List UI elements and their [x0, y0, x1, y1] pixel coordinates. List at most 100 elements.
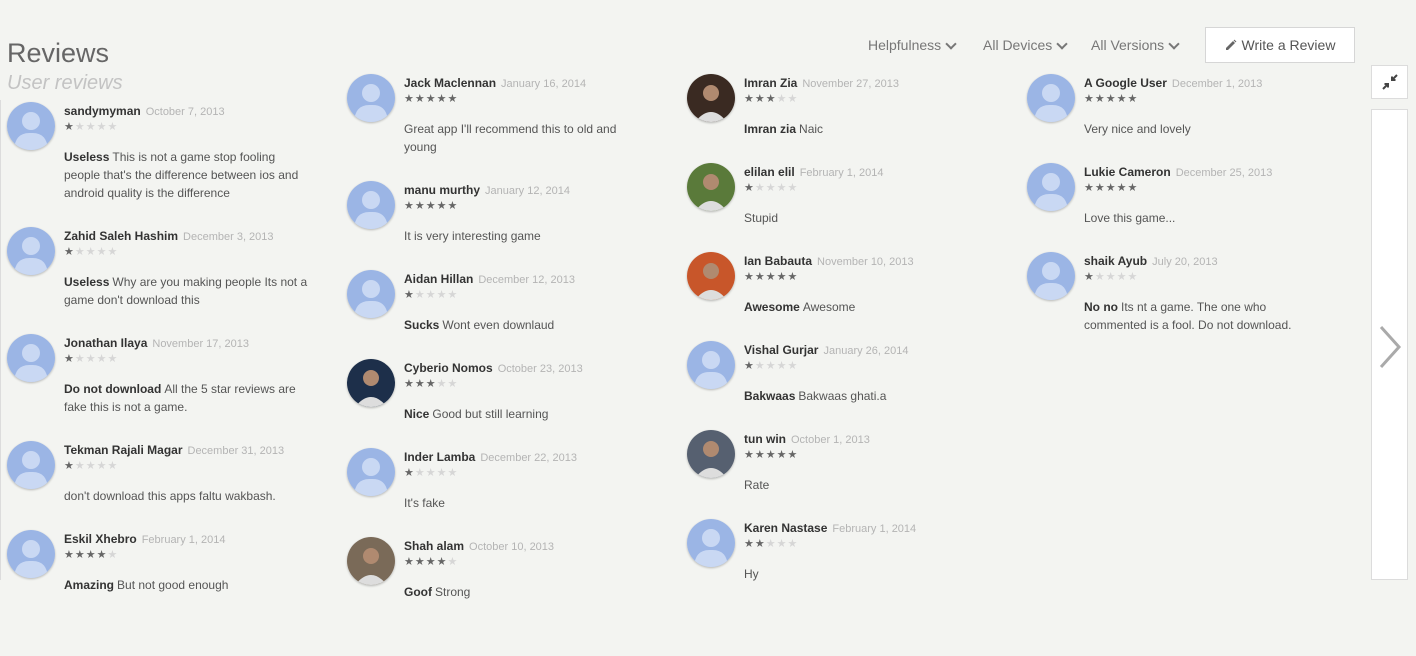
user-photo-avatar[interactable] — [687, 74, 735, 122]
review-date: February 1, 2014 — [799, 167, 884, 179]
review-author[interactable]: elilan elil February 1, 2014 — [744, 165, 883, 179]
user-photo-avatar[interactable] — [687, 252, 735, 300]
next-page-button[interactable] — [1371, 109, 1408, 580]
review-text: Very nice and lovely — [1084, 122, 1191, 136]
default-avatar-icon[interactable] — [347, 270, 395, 318]
review-text: Stupid — [744, 211, 779, 225]
star-icon: ★ — [74, 246, 85, 258]
user-photo-avatar[interactable] — [687, 430, 735, 478]
default-avatar-icon[interactable] — [1027, 74, 1075, 122]
star-icon: ★ — [85, 549, 96, 561]
review-text: Hy — [744, 567, 759, 581]
default-avatar-icon[interactable] — [347, 74, 395, 122]
review-headline: Imran zia — [744, 122, 797, 136]
default-avatar-icon[interactable] — [1027, 252, 1075, 300]
default-avatar-icon[interactable] — [1027, 163, 1075, 211]
star-icon: ★ — [776, 538, 787, 550]
review-body: Awesome Awesome — [744, 298, 989, 316]
star-icon: ★ — [64, 353, 74, 365]
review-author[interactable]: Ian Babauta November 10, 2013 — [744, 254, 914, 268]
section-subtitle: User reviews — [7, 72, 123, 94]
star-rating: ★ ★ ★ ★ ★ — [64, 550, 117, 561]
review-author[interactable]: Zahid Saleh Hashim December 3, 2013 — [64, 229, 274, 243]
default-avatar-icon[interactable] — [687, 519, 735, 567]
star-icon: ★ — [436, 467, 447, 479]
star-icon: ★ — [744, 93, 754, 105]
sort-helpfulness-dropdown[interactable]: Helpfulness — [868, 37, 957, 53]
star-icon: ★ — [96, 549, 107, 561]
version-filter-dropdown[interactable]: All Versions — [1091, 37, 1180, 53]
review-author[interactable]: shaik Ayub July 20, 2013 — [1084, 254, 1218, 268]
default-avatar-icon[interactable] — [7, 441, 55, 489]
review-author[interactable]: Vishal Gurjar January 26, 2014 — [744, 343, 909, 357]
star-icon: ★ — [765, 449, 776, 461]
default-avatar-icon[interactable] — [7, 530, 55, 578]
review-headline: Sucks — [404, 318, 440, 332]
star-icon: ★ — [74, 121, 85, 133]
review-text: Great app I'll recommend this to old and… — [404, 122, 617, 154]
review-text: Naic — [799, 122, 824, 136]
user-photo-avatar[interactable] — [687, 163, 735, 211]
star-icon: ★ — [425, 378, 436, 390]
default-avatar-icon[interactable] — [347, 448, 395, 496]
star-rating: ★ ★ ★ ★ ★ — [64, 122, 117, 133]
star-icon: ★ — [107, 246, 118, 258]
star-icon: ★ — [776, 271, 787, 283]
star-icon: ★ — [96, 460, 107, 472]
review-date: December 31, 2013 — [187, 445, 285, 457]
star-icon: ★ — [74, 549, 85, 561]
star-icon: ★ — [1105, 182, 1116, 194]
review-author[interactable]: manu murthy January 12, 2014 — [404, 183, 570, 197]
review-author[interactable]: Aidan Hillan December 12, 2013 — [404, 272, 575, 286]
star-icon: ★ — [1084, 93, 1094, 105]
star-icon: ★ — [776, 360, 787, 372]
default-avatar-icon[interactable] — [7, 227, 55, 275]
star-rating: ★ ★ ★ ★ ★ — [404, 557, 457, 568]
review-author[interactable]: Karen Nastase February 1, 2014 — [744, 521, 916, 535]
star-rating: ★ ★ ★ ★ ★ — [404, 201, 457, 212]
star-icon: ★ — [765, 271, 776, 283]
user-photo-avatar[interactable] — [347, 359, 395, 407]
star-rating: ★ ★ ★ ★ ★ — [744, 361, 797, 372]
review-author[interactable]: Eskil Xhebro February 1, 2014 — [64, 532, 225, 546]
collapse-button[interactable] — [1371, 65, 1408, 99]
default-avatar-icon[interactable] — [687, 341, 735, 389]
review-author[interactable]: Lukie Cameron December 25, 2013 — [1084, 165, 1272, 179]
review-author[interactable]: Tekman Rajali Magar December 31, 2013 — [64, 443, 284, 457]
review-author[interactable]: tun win October 1, 2013 — [744, 432, 870, 446]
star-icon: ★ — [787, 93, 798, 105]
star-icon: ★ — [1105, 271, 1116, 283]
star-icon: ★ — [436, 200, 447, 212]
review-headline: Nice — [404, 407, 430, 421]
dropdown-label: All Versions — [1091, 37, 1165, 53]
star-icon: ★ — [744, 271, 754, 283]
star-icon: ★ — [1094, 182, 1105, 194]
review-author[interactable]: Inder Lamba December 22, 2013 — [404, 450, 577, 464]
review-author[interactable]: sandymyman October 7, 2013 — [64, 104, 225, 118]
default-avatar-icon[interactable] — [7, 334, 55, 382]
review-author[interactable]: Jack Maclennan January 16, 2014 — [404, 76, 586, 90]
review-date: January 16, 2014 — [501, 78, 587, 90]
user-photo-avatar[interactable] — [347, 537, 395, 585]
review-author[interactable]: Jonathan Ilaya November 17, 2013 — [64, 336, 249, 350]
star-icon: ★ — [436, 378, 447, 390]
device-filter-dropdown[interactable]: All Devices — [983, 37, 1068, 53]
default-avatar-icon[interactable] — [347, 181, 395, 229]
star-rating: ★ ★ ★ ★ ★ — [744, 272, 797, 283]
star-icon: ★ — [404, 378, 414, 390]
review-author[interactable]: Imran Zia November 27, 2013 — [744, 76, 899, 90]
star-icon: ★ — [425, 467, 436, 479]
star-icon: ★ — [404, 467, 414, 479]
default-avatar-icon[interactable] — [7, 102, 55, 150]
star-icon: ★ — [414, 556, 425, 568]
star-rating: ★ ★ ★ ★ ★ — [64, 461, 117, 472]
review-date: July 20, 2013 — [1152, 256, 1218, 268]
review-author[interactable]: A Google User December 1, 2013 — [1084, 76, 1262, 90]
review-author[interactable]: Shah alam October 10, 2013 — [404, 539, 554, 553]
write-review-button[interactable]: Write a Review — [1205, 27, 1355, 63]
collapse-icon — [1381, 74, 1398, 90]
star-icon: ★ — [107, 460, 118, 472]
star-icon: ★ — [447, 200, 458, 212]
review-author[interactable]: Cyberio Nomos October 23, 2013 — [404, 361, 583, 375]
divider — [0, 100, 1, 580]
